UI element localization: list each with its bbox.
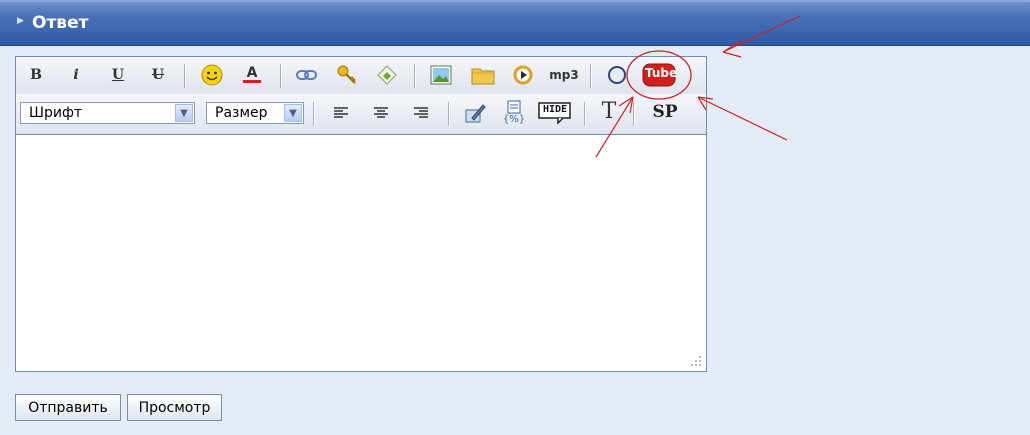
- bold-button[interactable]: B: [22, 62, 50, 88]
- separator: [584, 102, 586, 126]
- header-title: Ответ: [32, 13, 89, 33]
- align-center-button[interactable]: [367, 100, 395, 126]
- hide-label: HIDE: [542, 104, 568, 115]
- toolbar-row-2: Шрифт ▼ Размер ▼ {%} HIDE T SP: [16, 94, 706, 135]
- separator: [313, 102, 315, 126]
- edit-button[interactable]: [461, 100, 489, 126]
- document-icon: [507, 100, 521, 113]
- align-center-icon: [374, 107, 388, 118]
- size-select-value: Размер: [215, 105, 268, 121]
- link-icon: [296, 70, 317, 80]
- align-right-button[interactable]: [407, 100, 435, 126]
- message-textarea[interactable]: [16, 135, 706, 371]
- folder-icon: [471, 68, 495, 85]
- picture-icon: [430, 65, 452, 85]
- spoiler-button[interactable]: SP: [648, 99, 682, 125]
- pencil-note-icon: [465, 104, 486, 123]
- key-icon: [337, 65, 356, 84]
- separator: [184, 64, 186, 88]
- chevron-down-icon[interactable]: ▼: [175, 104, 193, 122]
- hide-button[interactable]: HIDE: [538, 100, 572, 126]
- font-select[interactable]: Шрифт ▼: [20, 102, 195, 124]
- bbcode-editor: B i U U A mp3 Tube Шрифт ▼ Размер ▼ {%} …: [15, 56, 707, 372]
- image-diamond-icon: [377, 65, 397, 85]
- align-right-icon: [414, 107, 428, 118]
- strikethrough-button[interactable]: U: [144, 62, 172, 88]
- color-bar: [243, 79, 261, 83]
- smiley-button[interactable]: [198, 62, 226, 88]
- flash-button[interactable]: [603, 62, 631, 88]
- resize-grip-icon[interactable]: [688, 353, 702, 367]
- preview-button[interactable]: Просмотр: [127, 394, 222, 421]
- compass-icon: [608, 66, 626, 84]
- underline-button[interactable]: U: [104, 62, 132, 88]
- separator: [280, 64, 282, 88]
- text-button[interactable]: T: [595, 98, 623, 124]
- font-select-value: Шрифт: [29, 105, 83, 121]
- chevron-down-icon[interactable]: ▼: [284, 104, 302, 122]
- separator: [590, 64, 592, 88]
- folder-button[interactable]: [469, 62, 497, 88]
- italic-button[interactable]: i: [62, 62, 90, 88]
- link-button[interactable]: [293, 62, 321, 88]
- align-left-icon: [334, 107, 348, 118]
- video-button[interactable]: [509, 62, 537, 88]
- collapse-arrow-icon[interactable]: ▶: [17, 16, 24, 26]
- font-color-icon: A: [246, 64, 258, 81]
- smiley-icon: [201, 64, 223, 86]
- media-play-icon: [513, 65, 533, 85]
- youtube-button[interactable]: Tube: [642, 62, 678, 88]
- code-button[interactable]: {%}: [500, 96, 528, 128]
- anchor-button[interactable]: [333, 62, 361, 88]
- mp3-button[interactable]: mp3: [546, 62, 582, 88]
- separator: [414, 64, 416, 88]
- align-left-button[interactable]: [327, 100, 355, 126]
- toolbar-row-1: B i U U A mp3 Tube: [16, 57, 706, 94]
- font-color-button[interactable]: A: [238, 61, 266, 87]
- size-select[interactable]: Размер ▼: [206, 102, 304, 124]
- code-label: {%}: [502, 113, 526, 125]
- youtube-label: Tube: [645, 66, 678, 80]
- picture-button[interactable]: [427, 62, 455, 88]
- separator: [448, 102, 450, 126]
- separator: [633, 102, 635, 126]
- insert-image-button[interactable]: [373, 62, 401, 88]
- submit-button[interactable]: Отправить: [15, 394, 121, 421]
- reply-header: ▶ Ответ: [0, 0, 1030, 46]
